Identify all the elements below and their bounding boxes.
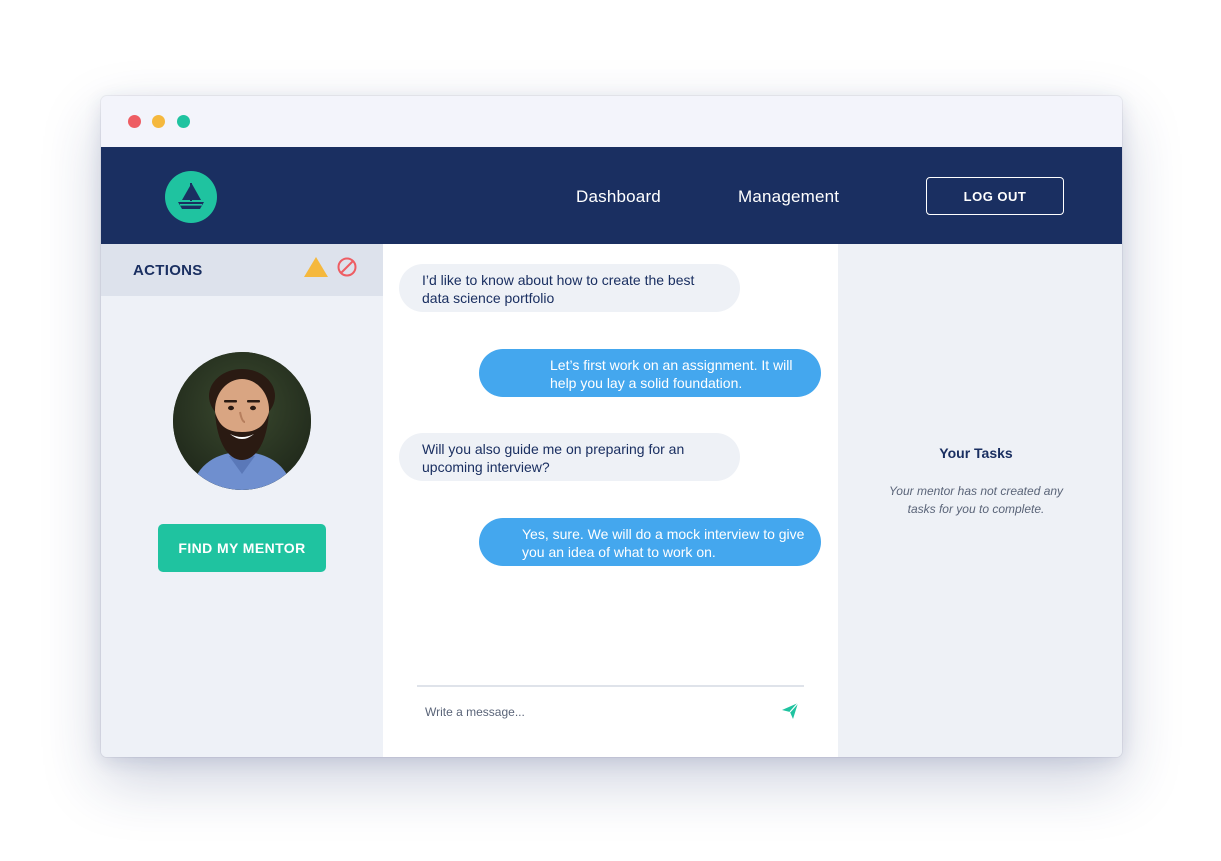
find-mentor-button[interactable]: FIND MY MENTOR: [158, 524, 326, 572]
window-maximize-button[interactable]: [177, 115, 190, 128]
nav-dashboard[interactable]: Dashboard: [576, 187, 661, 207]
window-close-button[interactable]: [128, 115, 141, 128]
send-icon[interactable]: [781, 702, 799, 725]
message-input[interactable]: [421, 699, 761, 725]
window-minimize-button[interactable]: [152, 115, 165, 128]
chat-message-text: Let’s first work on an assignment. It wi…: [550, 357, 793, 391]
tasks-empty-message: Your mentor has not created any tasks fo…: [888, 484, 1064, 516]
logout-button[interactable]: LOG OUT: [926, 177, 1064, 215]
chat-message-text: Yes, sure. We will do a mock interview t…: [522, 526, 805, 560]
sailboat-icon[interactable]: [165, 171, 217, 223]
actions-label: ACTIONS: [133, 262, 203, 279]
block-icon[interactable]: [336, 256, 358, 283]
mentor-avatar: [173, 352, 311, 490]
chat-message-incoming: I’d like to know about how to create the…: [399, 264, 740, 312]
chat-message-outgoing: Let’s first work on an assignment. It wi…: [479, 349, 821, 397]
top-navbar: Dashboard Management LOG OUT: [101, 147, 1122, 244]
tasks-title: Your Tasks: [939, 445, 1013, 461]
warning-icon[interactable]: [303, 256, 329, 283]
chat-message-outgoing: Yes, sure. We will do a mock interview t…: [479, 518, 821, 566]
actions-bar: ACTIONS: [101, 244, 383, 296]
nav-management[interactable]: Management: [738, 187, 839, 207]
tasks-panel: Your Tasks Your mentor has not created a…: [838, 244, 1122, 757]
app-window: Dashboard Management LOG OUT ACTIONS FIN…: [101, 96, 1122, 757]
window-titlebar: [101, 96, 1122, 147]
actions-sidebar: ACTIONS FIND MY MENTOR: [101, 244, 383, 757]
composer-divider: [417, 685, 804, 687]
chat-panel: I’d like to know about how to create the…: [383, 244, 838, 757]
chat-message-text: Will you also guide me on preparing for …: [422, 441, 685, 475]
chat-message-text: I’d like to know about how to create the…: [422, 272, 695, 306]
chat-message-incoming: Will you also guide me on preparing for …: [399, 433, 740, 481]
